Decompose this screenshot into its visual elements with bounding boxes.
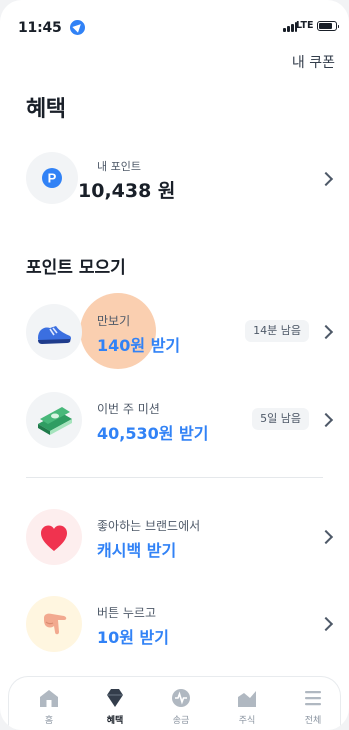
sneaker-icon <box>38 326 72 344</box>
tab-transfer[interactable]: 송금 <box>159 685 203 729</box>
chevron-right-icon <box>318 324 334 340</box>
transfer-icon <box>172 689 190 707</box>
points-row[interactable]: P 내 포인트 10,438 원 <box>0 146 349 210</box>
tab-stocks[interactable]: 주식 <box>225 685 269 729</box>
heart-icon <box>41 525 67 551</box>
mission-reward: 40,530원 받기 <box>97 424 209 443</box>
status-bar: 11:45 LTE <box>0 0 349 44</box>
chevron-right-icon <box>318 171 334 187</box>
points-label: 내 포인트 <box>97 160 141 173</box>
menu-icon <box>305 691 321 706</box>
mission-row-weekly[interactable]: 이번 주 미션 40,530원 받기 5일 남음 <box>0 386 349 450</box>
mission-reward: 140원 받기 <box>97 336 181 355</box>
time-left-badge: 5일 남음 <box>252 408 309 430</box>
chevron-right-icon <box>318 529 334 545</box>
cashback-reward: 캐시백 받기 <box>97 541 177 560</box>
phone-screen: 11:45 LTE 내 쿠폰 혜택 P 내 포인트 10,438 원 포인트 모… <box>0 0 349 730</box>
status-time: 11:45 <box>18 20 62 36</box>
chevron-right-icon <box>318 616 334 632</box>
gem-icon <box>107 689 123 707</box>
cashback-label: 좋아하는 브랜드에서 <box>97 519 201 533</box>
mission-name: 만보기 <box>97 314 131 328</box>
point-circle: P <box>26 152 78 204</box>
stock-chart-icon <box>238 691 256 707</box>
tab-label: 송금 <box>172 716 190 726</box>
mission-icon-circle <box>26 304 82 360</box>
time-left-badge: 14분 남음 <box>245 320 309 342</box>
mission-icon-circle <box>26 392 82 448</box>
my-coupon-link[interactable]: 내 쿠폰 <box>292 52 335 72</box>
points-value: 10,438 원 <box>78 180 176 202</box>
button-press-row[interactable]: 버튼 누르고 10원 받기 <box>0 590 349 654</box>
tab-all[interactable]: 전체 <box>291 685 335 729</box>
home-icon <box>40 690 58 707</box>
button-press-label: 버튼 누르고 <box>97 606 157 620</box>
point-p-icon: P <box>42 168 62 188</box>
button-press-reward: 10원 받기 <box>97 628 169 647</box>
pointing-hand-icon <box>44 613 67 635</box>
bottom-tab-bar: 홈 혜택 송금 주식 전체 <box>8 676 341 730</box>
section-title: 포인트 모으기 <box>26 258 126 278</box>
page-title: 혜택 <box>26 97 66 122</box>
heart-icon-circle <box>26 509 82 565</box>
battery-icon <box>317 21 339 31</box>
tab-label: 혜택 <box>106 716 124 726</box>
tab-home[interactable]: 홈 <box>27 685 71 729</box>
signal-icon <box>283 22 297 32</box>
tab-benefits[interactable]: 혜택 <box>93 685 137 729</box>
tab-label: 주식 <box>238 716 256 726</box>
location-arrow-icon <box>70 20 85 35</box>
mission-name: 이번 주 미션 <box>97 402 160 416</box>
mission-row-pedometer[interactable]: 만보기 140원 받기 14분 남음 <box>0 298 349 362</box>
svg-text:P: P <box>48 171 57 186</box>
chevron-right-icon <box>318 412 334 428</box>
network-label: LTE <box>296 20 314 31</box>
hand-icon-circle <box>26 596 82 652</box>
money-stack-icon <box>38 407 72 435</box>
tab-label: 홈 <box>44 716 54 726</box>
tab-label: 전체 <box>304 716 322 726</box>
section-divider <box>26 477 323 478</box>
brand-cashback-row[interactable]: 좋아하는 브랜드에서 캐시백 받기 <box>0 503 349 567</box>
